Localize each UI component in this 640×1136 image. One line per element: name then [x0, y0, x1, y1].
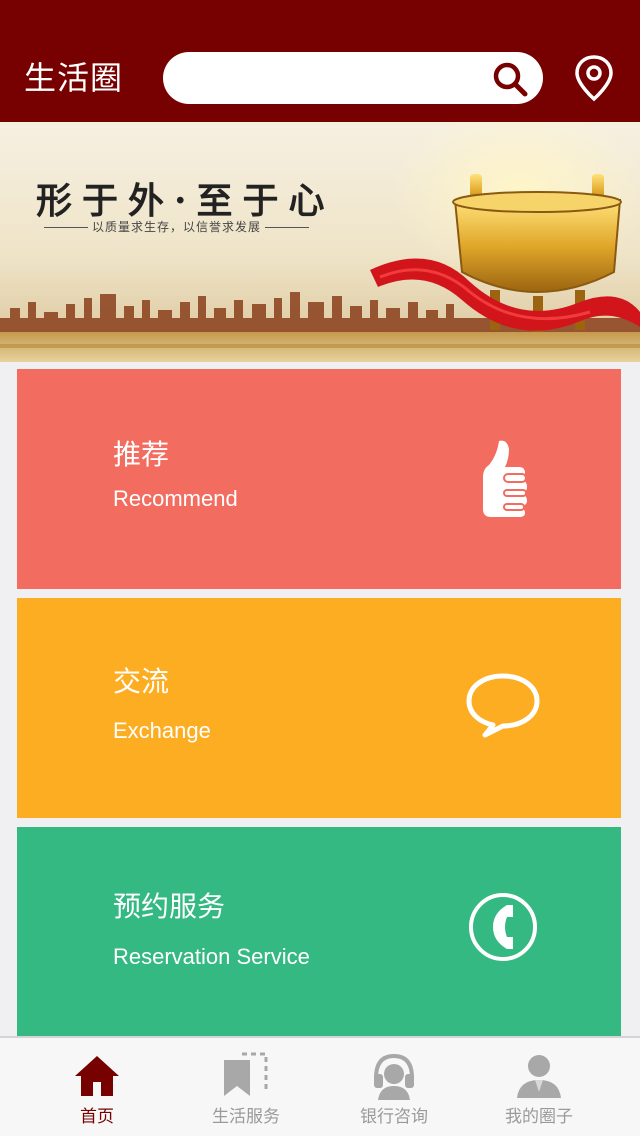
- search-box[interactable]: [163, 52, 543, 104]
- thumbs-up-icon: [483, 440, 527, 517]
- divider-line: [44, 227, 88, 228]
- banner-illustration: [0, 122, 640, 362]
- chat-bubble-icon: [466, 673, 540, 738]
- search-input[interactable]: [183, 60, 487, 98]
- tab-home[interactable]: 首页: [22, 1038, 172, 1136]
- home-icon: [75, 1056, 119, 1096]
- search-icon[interactable]: [491, 60, 529, 98]
- tab-label: 首页: [80, 1107, 114, 1127]
- tab-my-circle[interactable]: 我的圈子: [464, 1038, 614, 1136]
- top-bar: 生活圈: [0, 0, 640, 122]
- headset-icon: [374, 1053, 414, 1100]
- phone-icon: [469, 893, 537, 961]
- tab-label: 我的圈子: [505, 1107, 573, 1127]
- card-subtitle: Recommend: [113, 486, 238, 511]
- tab-label: 生活服务: [212, 1107, 280, 1127]
- bottom-tab-bar: 首页 生活服务 银行咨询 我的圈子: [0, 1036, 640, 1136]
- app-title: 生活圈: [24, 59, 124, 97]
- user-icon: [517, 1055, 561, 1098]
- recommend-card[interactable]: 推荐 Recommend: [17, 369, 621, 589]
- reservation-card[interactable]: 预约服务 Reservation Service: [17, 827, 621, 1047]
- exchange-card[interactable]: 交流 Exchange: [17, 598, 621, 818]
- card-subtitle: Exchange: [113, 718, 211, 743]
- banner-headline: 形于外·至于心: [36, 180, 335, 222]
- banner-subline: 以质量求生存，以信誉求发展: [40, 218, 313, 235]
- tab-bank-consult[interactable]: 银行咨询: [319, 1038, 469, 1136]
- tab-label: 银行咨询: [360, 1107, 428, 1127]
- card-subtitle: Reservation Service: [113, 944, 310, 969]
- bookmark-icon: [224, 1052, 268, 1096]
- app-screen: 生活圈 形于外·至于心 以质量求生存，以信誉求发展 推荐 Recommend 交…: [0, 0, 640, 1136]
- card-title: 交流: [113, 665, 170, 698]
- card-title: 推荐: [113, 438, 170, 471]
- promo-banner[interactable]: 形于外·至于心 以质量求生存，以信誉求发展: [0, 122, 640, 362]
- tab-life-services[interactable]: 生活服务: [171, 1038, 321, 1136]
- card-title: 预约服务: [113, 890, 226, 923]
- divider-line: [265, 227, 310, 228]
- banner-subline-text: 以质量求生存，以信誉求发展: [92, 220, 262, 234]
- location-pin-icon[interactable]: [574, 54, 614, 102]
